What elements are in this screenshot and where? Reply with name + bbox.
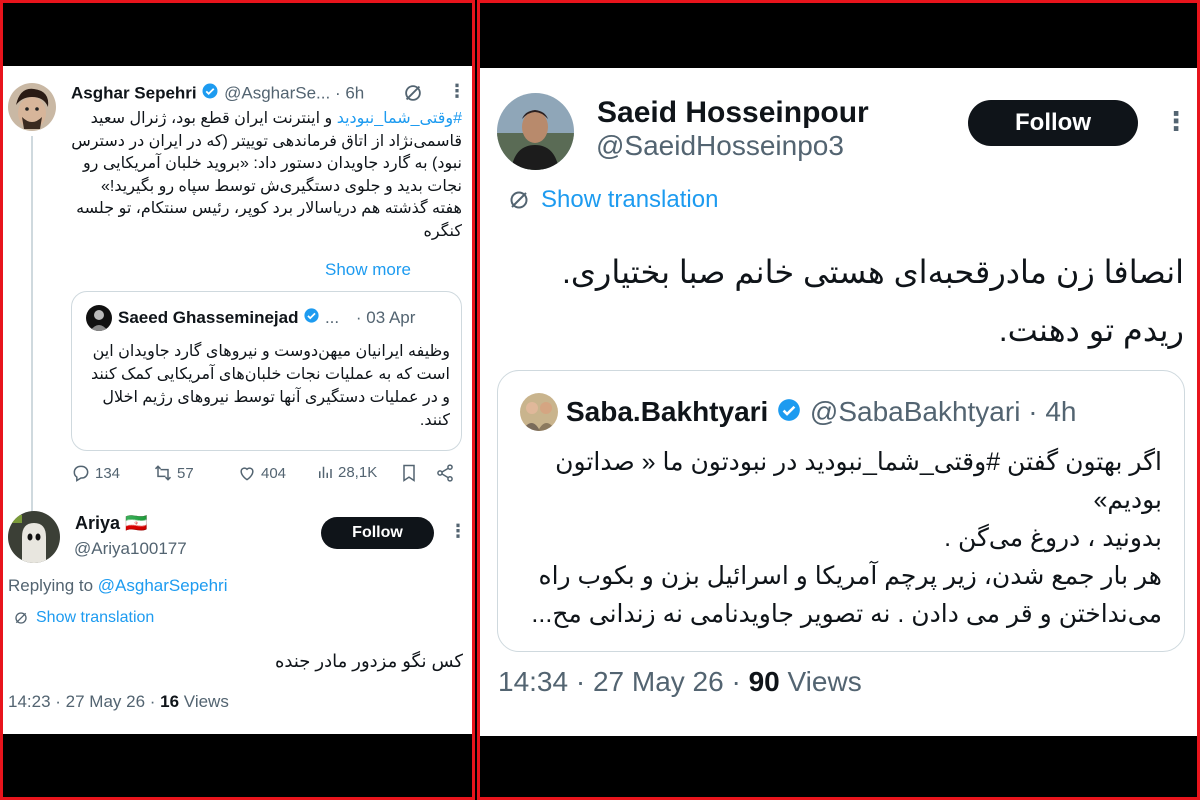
more-options-icon[interactable]: ⋮ — [448, 81, 466, 102]
quote-author-handle: @SabaBakhtyari — [809, 396, 1021, 427]
reply-icon — [73, 465, 89, 482]
tweet-text-rest: قاسمی‌نژاد از اتاق فرماندهی توییتر (که د… — [71, 132, 462, 195]
quote-line-1: اگر بهتون گفتن #وقتی_شما_نبودید در نبودت… — [555, 448, 1162, 514]
more-options-icon[interactable]: ⋮ — [1163, 106, 1189, 137]
reply-author: Ariya 🇮🇷 — [75, 513, 147, 534]
tweet-text: انصافا زن مادرقحبه‌ای هستی خانم صبا بختی… — [561, 254, 1184, 348]
quote-header: Saeed Ghasseminejad ... · 03 Apr — [118, 307, 415, 330]
right-tweet: Saeid Hosseinpour @SaeidHosseinpo3 Follo… — [480, 68, 1197, 736]
reply-action[interactable]: 134 — [71, 463, 120, 483]
timestamp-line: 14:34 · 27 May 26 · 90 Views — [498, 666, 862, 698]
quote-author-avatar — [86, 305, 112, 331]
quote-ellipsis: ... — [324, 308, 340, 327]
tweet-body: #وقتی_شما_نبودید و اینترنت ایران قطع بود… — [65, 108, 462, 243]
quote-line-2: بدونید ، دروغ می‌گن . — [944, 524, 1162, 552]
follow-button[interactable]: Follow — [968, 100, 1138, 146]
quote-author-avatar — [520, 393, 558, 431]
views-label: Views — [779, 666, 862, 697]
verified-badge-icon — [303, 307, 320, 330]
thread-line — [31, 136, 33, 556]
quote-author-name: Saeed Ghasseminejad — [118, 308, 299, 327]
reply-timestamp[interactable]: 14:23 · 27 May 26 · — [8, 692, 160, 711]
tweet-header: Asghar Sepehri @AsgharSe... · 6h — [71, 82, 364, 106]
reply-text: کس نگو مزدور مادر جنده — [274, 651, 463, 671]
verified-badge-icon — [201, 82, 219, 106]
saeid-avatar[interactable] — [497, 93, 574, 170]
quote-author-name: Saba.Bakhtyari — [566, 396, 769, 427]
replying-to-handle[interactable]: @AsgharSepehri — [98, 576, 228, 595]
left-screenshot-panel: Asghar Sepehri @AsgharSe... · 6h ⋮ #وقتی… — [0, 0, 475, 800]
like-action[interactable]: 404 — [237, 463, 286, 483]
retweet-count: 57 — [177, 464, 194, 482]
tweet-timestamp[interactable]: 14:34 · 27 May 26 · — [498, 666, 749, 697]
quote-text: وظیفه ایرانیان میهن‌دوست و نیروهای گارد … — [90, 343, 450, 429]
views-action[interactable]: 28,1K — [316, 463, 377, 481]
views-count: 28,1K — [338, 463, 378, 481]
translate-icon — [15, 612, 27, 624]
quoted-tweet-card[interactable]: Saba.Bakhtyari @SabaBakhtyari · 4h اگر ب… — [497, 370, 1185, 652]
asghar-avatar[interactable] — [8, 83, 56, 131]
ariya-avatar[interactable] — [8, 511, 60, 563]
quote-date: · 03 Apr — [355, 308, 416, 327]
reply-timestamp-line: 14:23 · 27 May 26 · 16 Views — [8, 692, 229, 712]
follow-button[interactable]: Follow — [321, 517, 434, 549]
share-icon[interactable] — [435, 463, 455, 488]
quoted-tweet-card[interactable]: Saeed Ghasseminejad ... · 03 Apr وظیفه ا… — [71, 291, 462, 451]
tweet-time[interactable]: · 6h — [335, 83, 364, 102]
author-name[interactable]: Asghar Sepehri — [71, 83, 197, 102]
left-tweet-thread: Asghar Sepehri @AsgharSe... · 6h ⋮ #وقتی… — [3, 66, 472, 734]
bookmark-icon[interactable] — [399, 463, 419, 488]
author-name[interactable]: Saeid Hosseinpour — [597, 96, 869, 130]
author-handle[interactable]: @SaeidHosseinpo3 — [596, 130, 844, 162]
replying-to-line: Replying to @AsgharSepehri — [8, 576, 228, 596]
quote-time: · 4h — [1028, 396, 1077, 427]
more-options-icon[interactable]: ⋮ — [449, 521, 467, 542]
translate-icon — [510, 191, 528, 209]
reply-views-label: Views — [179, 692, 229, 711]
show-translation-label: Show translation — [36, 609, 155, 626]
translate-icon[interactable] — [402, 82, 424, 109]
heart-icon — [240, 467, 254, 481]
tweet-text-first: و اینترنت ایران قطع بود، ژنرال سعید — [90, 110, 337, 127]
iran-flag: 🇮🇷 — [125, 513, 148, 533]
show-more-link[interactable]: Show more — [325, 260, 411, 280]
retweet-action[interactable]: 57 — [153, 463, 194, 483]
tweet-text-last: هفته گذشته هم دریاسالار برد کوپر، رئیس س… — [76, 200, 462, 240]
show-translation-label: Show translation — [541, 186, 719, 213]
show-translation-link[interactable]: Show translation — [507, 186, 718, 214]
quote-line-3: هر بار جمع شدن، زیر پرچم آمریکا و اسرائی… — [531, 562, 1162, 628]
views-chart-icon — [319, 466, 332, 478]
show-translation-link[interactable]: Show translation — [13, 609, 154, 627]
hashtag-link[interactable]: #وقتی_شما_نبودید — [337, 110, 462, 127]
views-count: 90 — [748, 666, 780, 697]
replying-to-label: Replying to — [8, 576, 98, 595]
reply-author-name[interactable]: Ariya — [75, 513, 120, 533]
quote-text: اگر بهتون گفتن #وقتی_شما_نبودید در نبودت… — [518, 443, 1162, 633]
right-screenshot-panel: Saeid Hosseinpour @SaeidHosseinpo3 Follo… — [477, 0, 1200, 800]
retweet-icon — [154, 465, 172, 481]
quote-header: Saba.Bakhtyari @SabaBakhtyari · 4h — [566, 395, 1076, 431]
verified-badge-icon — [776, 397, 802, 431]
author-handle[interactable]: @AsgharSe... — [224, 83, 330, 102]
reply-author-handle[interactable]: @Ariya100177 — [74, 539, 187, 559]
reply-count: 134 — [95, 464, 121, 482]
reply-views-count: 16 — [160, 692, 180, 711]
like-count: 404 — [261, 464, 287, 482]
